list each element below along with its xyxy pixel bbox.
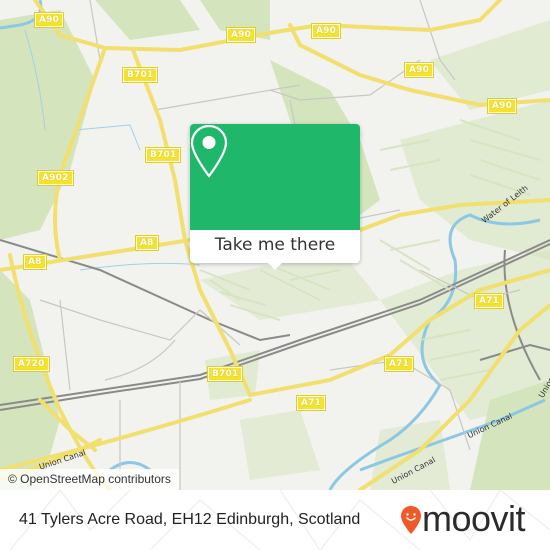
road-label-a71: A71: [383, 356, 415, 372]
road-label-a8: A8: [135, 235, 159, 251]
address-text: 41 Tylers Acre Road, EH12 Edinburgh, Sco…: [19, 511, 361, 528]
road-label-a8: A8: [23, 254, 47, 270]
road-label-a71: A71: [473, 293, 505, 309]
map-view[interactable]: A90 A90 A90 A90 A90 B701 B701 A902 A8 A8…: [0, 0, 550, 490]
location-popup: Take me there: [190, 124, 360, 270]
road-label-a90: A90: [225, 27, 257, 43]
road-label-b701: B701: [206, 366, 244, 382]
moovit-wordmark: moovit: [422, 498, 526, 539]
road-label-a90: A90: [486, 98, 518, 114]
road-label-b701: B701: [121, 67, 159, 83]
popup-header: [190, 124, 360, 230]
footer-bar: 41 Tylers Acre Road, EH12 Edinburgh, Sco…: [0, 490, 550, 550]
map-pin-icon: [190, 124, 228, 178]
map-attribution[interactable]: © OpenStreetMap contributors: [0, 469, 179, 490]
road-label-a720: A720: [13, 356, 50, 372]
road-label-a71: A71: [295, 395, 327, 411]
take-me-there-button[interactable]: Take me there: [190, 230, 360, 263]
road-label-b701: B701: [144, 147, 182, 163]
road-label-a902: A902: [37, 170, 74, 186]
moovit-pin-icon: [401, 506, 421, 534]
road-label-a90: A90: [403, 62, 435, 78]
popup-pointer: [267, 262, 283, 270]
road-label-a90: A90: [33, 12, 65, 28]
road-label-a90: A90: [310, 23, 342, 39]
